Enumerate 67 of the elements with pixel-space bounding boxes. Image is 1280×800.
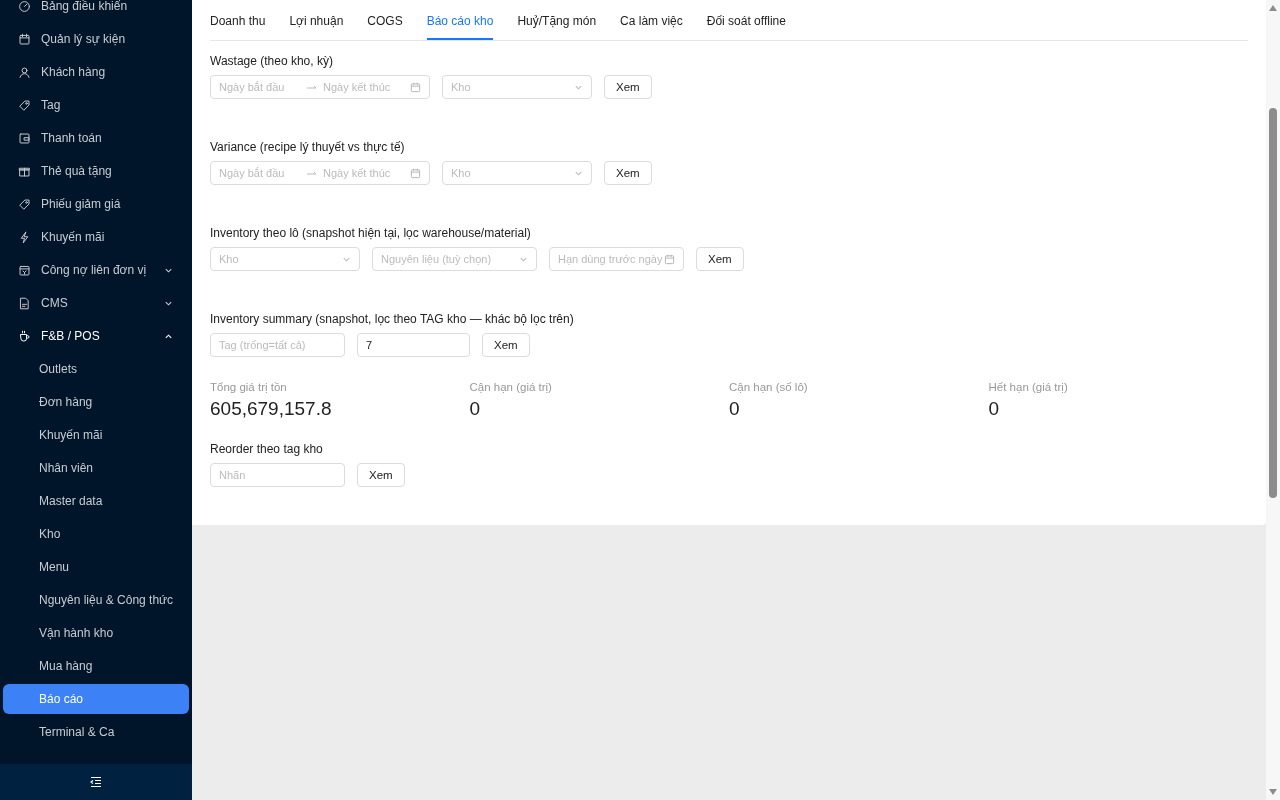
tab[interactable]: Báo cáo kho xyxy=(426,0,494,40)
tag-icon xyxy=(18,98,31,112)
input-field[interactable]: 7 xyxy=(357,333,470,357)
menu-collapse-icon[interactable] xyxy=(89,775,103,789)
submenu-item[interactable]: Khuyến mãi xyxy=(3,420,189,450)
tab[interactable]: Đối soát offline xyxy=(706,0,786,40)
submenu-item[interactable]: Kho xyxy=(3,519,189,549)
tab[interactable]: Ca làm việc xyxy=(620,0,683,40)
sidebar-item[interactable]: Khuyến mãi xyxy=(3,222,189,252)
cup-icon xyxy=(18,329,31,343)
coupon-icon xyxy=(18,197,31,211)
calendar-icon xyxy=(18,263,31,277)
submenu-item[interactable]: Menu xyxy=(3,552,189,582)
view-button[interactable]: Xem xyxy=(696,247,744,271)
stat-label: Cận hạn (giá trị) xyxy=(469,380,553,395)
submenu-item[interactable]: Master data xyxy=(3,486,189,516)
tab[interactable]: COGS xyxy=(367,0,403,40)
stat-value: 605,679,157.8 xyxy=(210,397,333,421)
sidebar-item[interactable]: Bảng điều khiển xyxy=(3,0,189,21)
document-icon xyxy=(18,296,31,310)
section-title: Wastage (theo kho, kỳ) xyxy=(210,53,334,69)
view-button[interactable]: Xem xyxy=(604,161,652,185)
lightning-icon xyxy=(18,230,31,244)
stat-value: 0 xyxy=(988,397,1001,421)
view-button[interactable]: Xem xyxy=(604,75,652,99)
sidebar-item[interactable]: Tag xyxy=(3,90,189,120)
submenu-item[interactable]: Đơn hàng xyxy=(3,387,189,417)
user-icon xyxy=(18,65,31,79)
calendar-icon xyxy=(410,81,421,93)
sidebar-item[interactable]: Quản lý sự kiện xyxy=(3,24,189,54)
stat-value: 0 xyxy=(729,397,741,421)
calendar-icon xyxy=(664,253,675,265)
chevron-icon xyxy=(164,331,173,341)
sidebar-item[interactable]: CMS xyxy=(3,288,189,318)
tab[interactable]: Lợi nhuận xyxy=(289,0,344,40)
wallet-icon xyxy=(18,131,31,145)
gauge-icon xyxy=(18,0,31,13)
submenu-item[interactable]: Mua hàng xyxy=(3,651,189,681)
submenu-item[interactable]: Nhân viên xyxy=(3,453,189,483)
submenu-item[interactable]: Terminal & Ca xyxy=(3,717,189,747)
submenu-item[interactable]: Outlets xyxy=(3,354,189,384)
scroll-down-icon[interactable] xyxy=(1269,789,1277,795)
section-title: Variance (recipe lý thuyết vs thực tế) xyxy=(210,139,406,155)
section-title: Inventory theo lô (snapshot hiện tại, lọc warehouse/material) xyxy=(210,225,532,241)
submenu-item[interactable]: Vận hành kho xyxy=(3,618,189,648)
calendar-icon xyxy=(18,32,31,46)
view-button[interactable]: Xem xyxy=(482,333,530,357)
sidebar-item[interactable]: Công nợ liên đơn vị xyxy=(3,255,189,285)
stat-label: Cận hạn (số lô) xyxy=(729,380,809,395)
section-title: Inventory summary (snapshot, lọc theo TAG kho — khác bộ lọc trên) xyxy=(210,311,575,327)
stat-label: Hết hạn (giá trị) xyxy=(988,380,1069,395)
stat-label: Tổng giá trị tồn xyxy=(210,380,288,395)
sidebar-item[interactable]: F&B / POS xyxy=(3,321,189,351)
tab[interactable]: Doanh thu xyxy=(210,0,266,40)
submenu-item[interactable]: Nguyên liệu & Công thức xyxy=(3,585,189,615)
scroll-up-icon[interactable] xyxy=(1269,5,1277,11)
stat-value: 0 xyxy=(469,397,482,421)
view-button[interactable]: Xem xyxy=(357,463,405,487)
submenu-item[interactable]: Báo cáo xyxy=(3,684,189,714)
section-title: Reorder theo tag kho xyxy=(210,441,324,457)
sidebar-item[interactable]: Phiếu giảm giá xyxy=(3,189,189,219)
calendar-icon xyxy=(410,167,421,179)
scrollbar[interactable] xyxy=(1266,0,1280,800)
sidebar-item[interactable]: Thẻ quà tặng xyxy=(3,156,189,186)
sidebar-item[interactable]: Khách hàng xyxy=(3,57,189,87)
tab[interactable]: Huỷ/Tặng món xyxy=(517,0,597,40)
sidebar-item[interactable]: Thanh toán xyxy=(3,123,189,153)
